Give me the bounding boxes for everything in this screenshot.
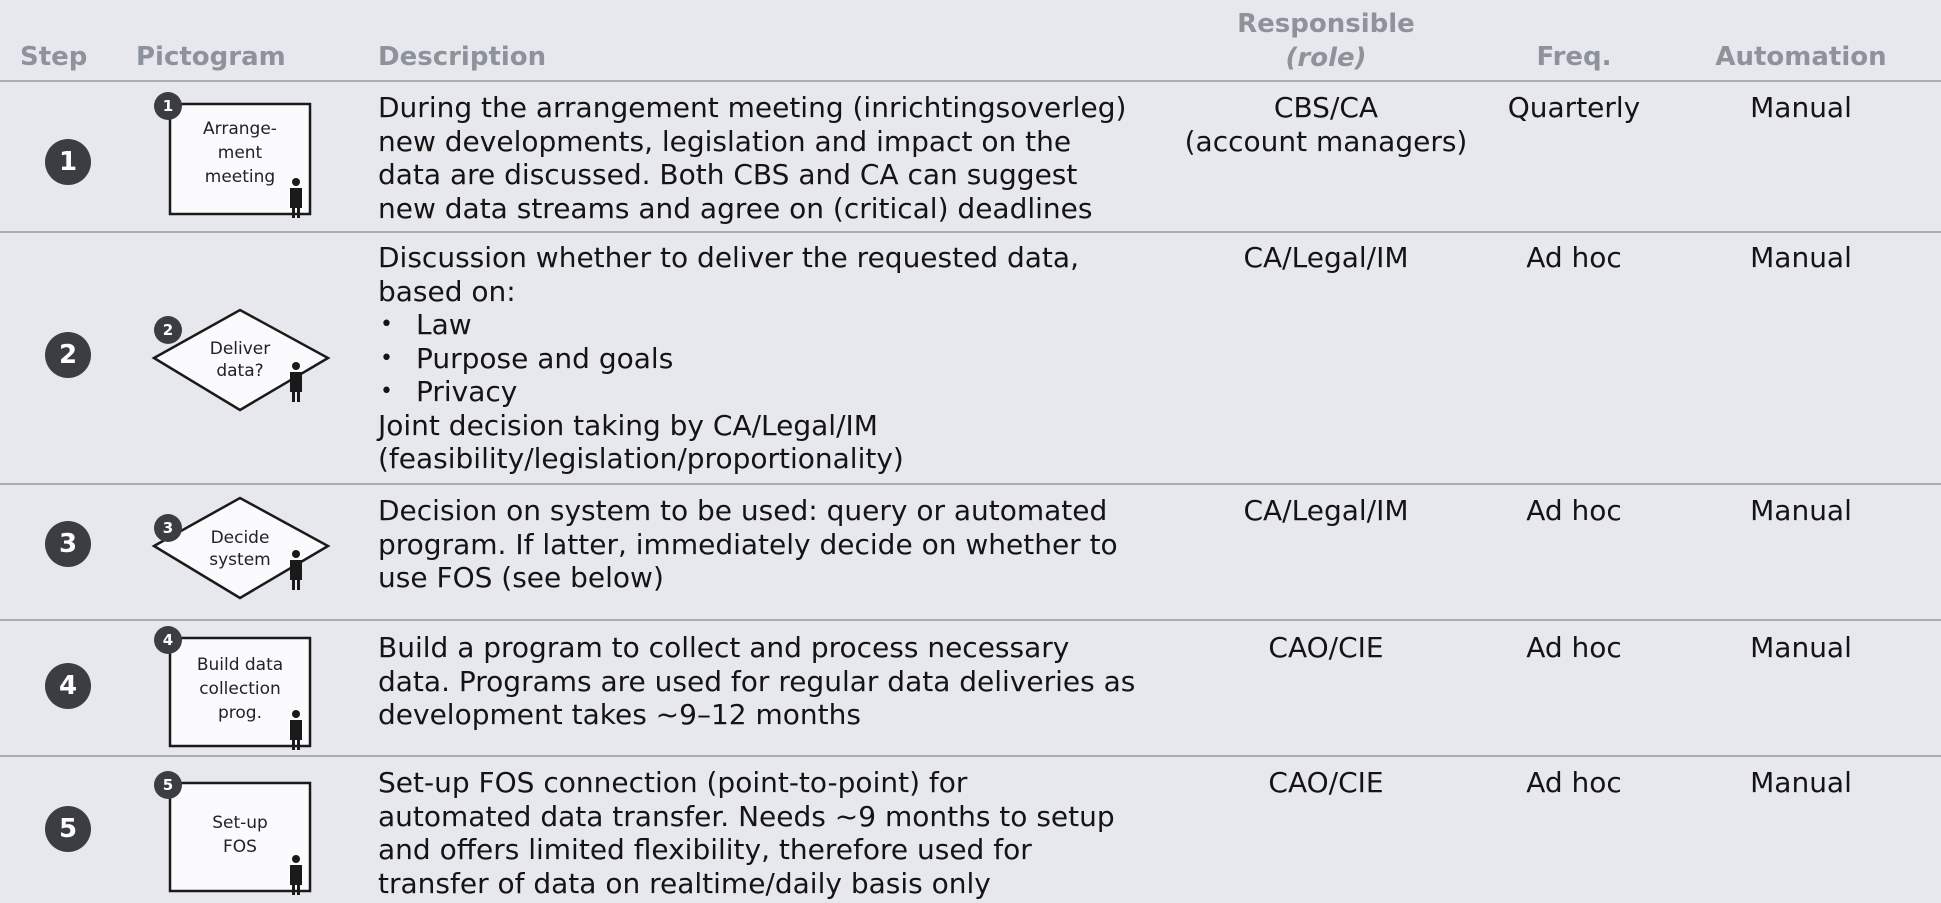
svg-text:Decide: Decide [211, 528, 270, 548]
header-responsible-role: (role) [1285, 43, 1367, 73]
responsible-row-4: CAO/CIE [1268, 631, 1384, 664]
responsible-row-2: CA/Legal/IM [1243, 241, 1409, 274]
header-step: Step [20, 42, 88, 72]
list-item: Purpose and goals [378, 342, 1168, 376]
svg-text:system: system [209, 550, 270, 570]
svg-text:3: 3 [163, 519, 173, 537]
description-row-5: Set-up FOS connection (point-to-point) f… [378, 766, 1115, 900]
automation-row-5: Manual [1750, 766, 1852, 799]
description-row-1: During the arrangement meeting (inrichti… [378, 91, 1127, 225]
list-item: Privacy [378, 375, 1168, 409]
description-row-4: Build a program to collect and process n… [378, 631, 1136, 731]
frequency-row-3: Ad hoc [1526, 494, 1622, 527]
automation-row-3: Manual [1750, 494, 1852, 527]
automation-row-4: Manual [1750, 631, 1852, 664]
header-freq: Freq. [1536, 42, 1612, 72]
description-row-3: Decision on system to be used: query or … [378, 494, 1118, 594]
svg-text:data?: data? [216, 361, 263, 381]
automation-row-1: Manual [1750, 91, 1852, 124]
svg-text:5: 5 [163, 776, 173, 794]
header-automation: Automation [1715, 42, 1887, 72]
responsible-row-5: CAO/CIE [1268, 766, 1384, 799]
svg-text:collection: collection [199, 679, 281, 699]
pictogram-arrangement-meeting: 1 Arrange- ment meeting [140, 92, 320, 222]
row-divider [0, 231, 1941, 233]
header-description: Description [378, 42, 547, 72]
criteria-list: Law Purpose and goals Privacy [378, 308, 1168, 409]
svg-text:Set-up: Set-up [212, 813, 268, 833]
pictogram-build-data-collection: 4 Build data collection prog. [140, 624, 320, 754]
pictogram-deliver-data: 2 Deliver data? [140, 308, 340, 418]
svg-text:Build data: Build data [197, 655, 283, 675]
responsible-row-1: CBS/CA (account managers) [1184, 91, 1468, 158]
svg-text:ment: ment [218, 143, 263, 163]
description-row-2: Discussion whether to deliver the reques… [378, 241, 1168, 476]
svg-text:FOS: FOS [223, 837, 257, 857]
svg-text:Arrange-: Arrange- [203, 119, 277, 139]
step-badge: 1 [45, 139, 91, 185]
header-divider [0, 80, 1941, 82]
frequency-row-5: Ad hoc [1526, 766, 1622, 799]
frequency-row-1: Quarterly [1507, 91, 1641, 124]
svg-text:Deliver: Deliver [210, 339, 271, 359]
step-badge: 2 [45, 332, 91, 378]
step-badge: 4 [45, 663, 91, 709]
pictogram-setup-fos: 5 Set-up FOS [140, 769, 320, 899]
svg-text:meeting: meeting [205, 167, 275, 187]
row-divider [0, 755, 1941, 757]
svg-text:prog.: prog. [218, 703, 262, 723]
step-badge: 3 [45, 521, 91, 567]
step-badge: 5 [45, 806, 91, 852]
svg-text:4: 4 [163, 631, 173, 649]
header-responsible: Responsible [1237, 9, 1415, 39]
row-divider [0, 483, 1941, 485]
automation-row-2: Manual [1750, 241, 1852, 274]
diamond-icon [151, 496, 331, 600]
frequency-row-2: Ad hoc [1526, 241, 1622, 274]
frequency-row-4: Ad hoc [1526, 631, 1622, 664]
list-item: Law [378, 308, 1168, 342]
svg-text:1: 1 [163, 97, 173, 115]
svg-text:2: 2 [163, 321, 173, 339]
pictogram-decide-system: 3 Decide system [140, 496, 340, 606]
header-pictogram: Pictogram [136, 42, 286, 72]
responsible-row-3: CA/Legal/IM [1243, 494, 1409, 527]
row-divider [0, 619, 1941, 621]
